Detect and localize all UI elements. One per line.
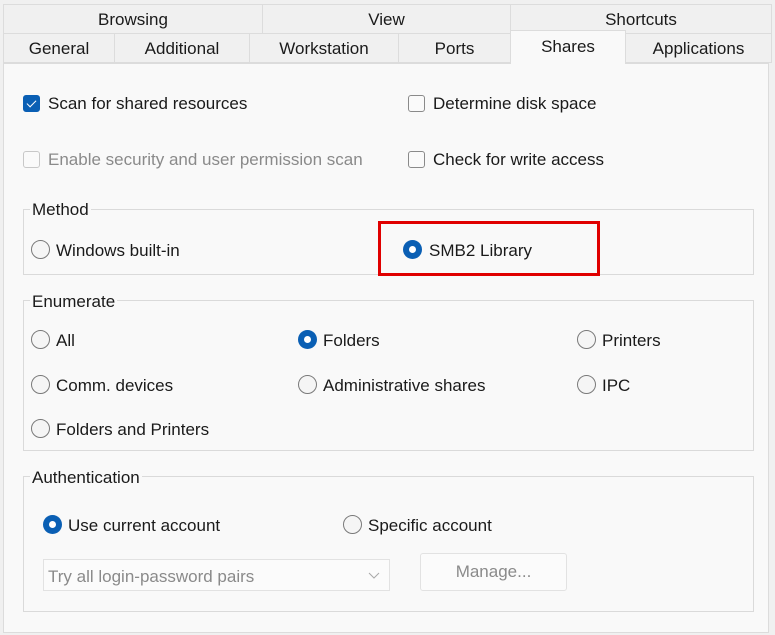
login-pairs-combobox[interactable]: Try all login-password pairs [43,559,390,591]
tab-workstation[interactable]: Workstation [249,33,399,63]
authentication-title: Authentication [30,468,142,488]
radio-off-icon[interactable] [31,240,50,259]
security-scan-label: Enable security and user permission scan [48,150,363,169]
comm-devices-label: Comm. devices [56,376,174,395]
folders-and-printers-label: Folders and Printers [56,420,210,439]
radio-off-icon[interactable] [31,330,50,349]
tab-browsing[interactable]: Browsing [3,4,263,34]
all-label: All [56,331,75,350]
smb2-library-label: SMB2 Library [429,241,532,260]
tab-shares[interactable]: Shares [510,30,626,64]
use-current-account-label: Use current account [68,516,221,535]
tab-additional[interactable]: Additional [114,33,250,63]
disk-space-label: Determine disk space [433,94,597,113]
radio-off-icon[interactable] [577,330,596,349]
checkbox-disabled-icon [23,151,40,168]
enumerate-title: Enumerate [30,292,118,312]
windows-builtin-label: Windows built-in [56,241,180,260]
combo-value: Try all login-password pairs [48,567,255,586]
ipc-label: IPC [602,376,631,395]
radio-off-icon[interactable] [31,419,50,438]
radio-on-icon[interactable] [43,515,62,534]
tab-ports[interactable]: Ports [398,33,511,63]
checkbox-unchecked-icon[interactable] [408,95,425,112]
radio-off-icon[interactable] [577,375,596,394]
method-title: Method [30,200,91,220]
printers-label: Printers [602,331,661,350]
scan-shared-label: Scan for shared resources [48,94,248,113]
radio-off-icon[interactable] [298,375,317,394]
tab-general[interactable]: General [3,33,115,63]
radio-on-icon[interactable] [298,330,317,349]
write-access-label: Check for write access [433,150,604,169]
tab-view[interactable]: View [262,4,511,34]
checkbox-unchecked-icon[interactable] [408,151,425,168]
tab-applications[interactable]: Applications [625,33,772,63]
shares-panel: Scan for shared resources Enable securit… [3,63,769,633]
checkbox-checked-icon[interactable] [23,95,40,112]
authentication-group [23,476,754,612]
radio-off-icon[interactable] [31,375,50,394]
folders-label: Folders [323,331,380,350]
specific-account-label: Specific account [368,516,492,535]
manage-button[interactable]: Manage... [420,553,567,591]
administrative-shares-label: Administrative shares [323,376,486,395]
radio-on-icon[interactable] [403,240,422,259]
chevron-down-icon [368,572,380,579]
radio-off-icon[interactable] [343,515,362,534]
